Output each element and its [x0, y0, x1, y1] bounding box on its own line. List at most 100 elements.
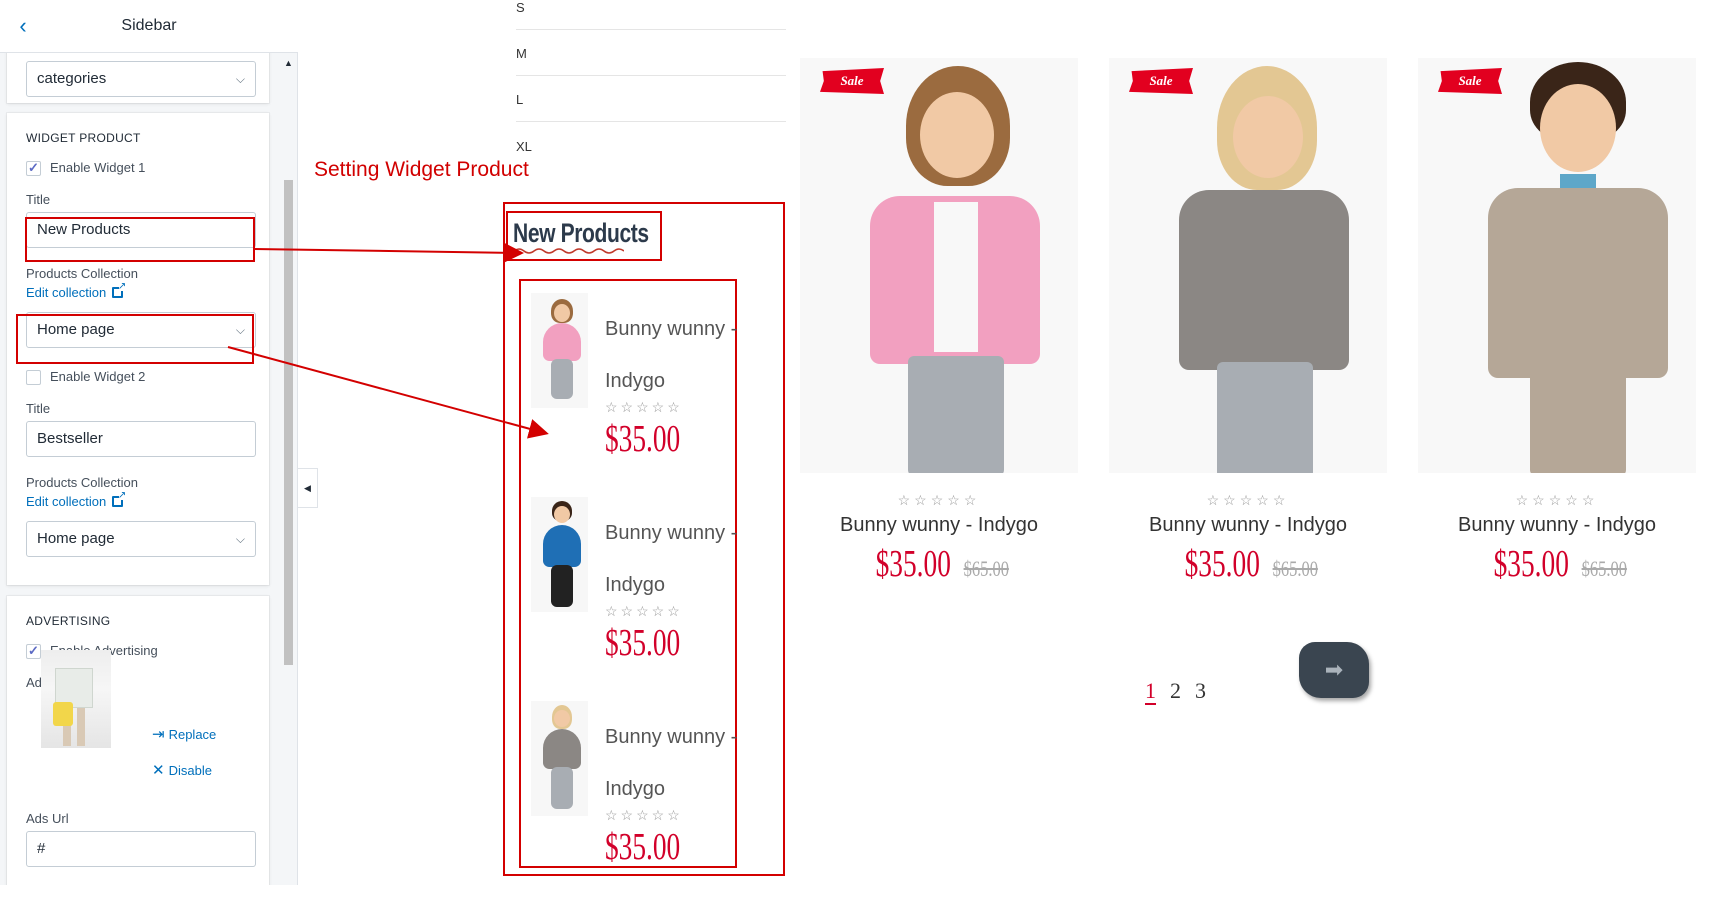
close-icon: ✕ — [152, 762, 165, 779]
widget-product-name[interactable]: Bunny wunny - Indygo — [605, 711, 740, 815]
edit-collection-2-link[interactable]: Edit collection — [26, 490, 126, 509]
kid-head — [554, 304, 570, 322]
widget-product-heading: WIDGET PRODUCT — [26, 131, 141, 145]
product-price: $35.00 — [1184, 543, 1261, 585]
ads-url-input[interactable]: # — [26, 831, 256, 867]
enable-widget-2-label: Enable Widget 2 — [50, 369, 146, 384]
widget-product-name[interactable]: Bunny wunny - Indygo — [605, 507, 740, 611]
title-2-label: Title — [26, 401, 51, 416]
enable-advertising-checkbox[interactable] — [26, 642, 41, 660]
kid-jacket — [1179, 190, 1349, 370]
chevron-down-icon: ⌵ — [235, 72, 245, 86]
product-prices: $35.00 $65.00 — [1418, 542, 1696, 586]
star-rating: ☆☆☆☆☆ — [1206, 492, 1290, 508]
external-link-icon — [112, 281, 126, 298]
categories-card: categories ⌵ — [7, 53, 269, 103]
next-page-button[interactable]: ➡ — [1299, 642, 1369, 698]
widget-product-image[interactable] — [531, 497, 588, 612]
chevron-down-icon: ⌵ — [235, 532, 245, 546]
product-compare-price: $65.00 — [1272, 556, 1319, 581]
sale-badge: Sale — [1129, 68, 1193, 94]
disable-label: Disable — [168, 763, 212, 778]
widget-product-item[interactable]: Bunny wunny - Indygo ☆☆☆☆☆ $35.00 — [531, 497, 761, 697]
kid-legs — [551, 565, 573, 607]
edit-collection-1-link[interactable]: Edit collection — [26, 281, 126, 300]
kid-legs — [1530, 368, 1626, 473]
widget-product-price: $35.00 — [605, 622, 681, 664]
kid-head — [554, 710, 570, 727]
star-rating: ☆☆☆☆☆ — [1515, 492, 1599, 508]
title-2-input[interactable]: Bestseller — [26, 421, 256, 457]
product-name[interactable]: Bunny wunny - Indygo — [1418, 514, 1696, 537]
product-image[interactable]: Sale — [1418, 58, 1696, 473]
size-filter-s[interactable]: S — [516, 0, 786, 30]
advertising-heading: ADVERTISING — [26, 614, 111, 628]
star-rating: ☆☆☆☆☆ — [605, 603, 683, 619]
product-name[interactable]: Bunny wunny - Indygo — [1109, 514, 1387, 537]
widget-product-item[interactable]: Bunny wunny - Indygo ☆☆☆☆☆ $35.00 — [531, 293, 761, 493]
sale-badge: Sale — [820, 68, 884, 94]
replace-icon: ⇥ — [152, 726, 165, 743]
edit-collection-2-text: Edit collection — [26, 494, 107, 509]
kid-head — [554, 506, 570, 523]
star-rating: ☆☆☆☆☆ — [897, 492, 981, 508]
size-filter-xl[interactable]: XL — [516, 122, 786, 168]
widget-product-item[interactable]: Bunny wunny - Indygo ☆☆☆☆☆ $35.00 — [531, 701, 761, 901]
disable-image-button[interactable]: ✕ Disable — [152, 761, 212, 779]
settings-scroll-area[interactable]: categories ⌵ WIDGET PRODUCT Enable Widge… — [0, 53, 298, 885]
kid-legs — [551, 359, 573, 399]
replace-image-button[interactable]: ⇥ Replace — [152, 725, 216, 743]
collection-1-value: Home page — [37, 321, 115, 338]
categories-select[interactable]: categories ⌵ — [26, 61, 256, 97]
categories-select-value: categories — [37, 70, 107, 87]
editor-header: ‹ Sidebar — [0, 0, 298, 53]
external-link-icon — [112, 490, 126, 507]
edit-collection-1-text: Edit collection — [26, 285, 107, 300]
product-prices: $35.00 $65.00 — [1109, 542, 1387, 586]
product-compare-price: $65.00 — [963, 556, 1010, 581]
collection-1-select[interactable]: Home page ⌵ — [26, 312, 256, 348]
product-image[interactable]: Sale — [1109, 58, 1387, 473]
star-rating: ☆☆☆☆☆ — [605, 807, 683, 823]
pagination: 123 — [1145, 678, 1220, 705]
product-price: $35.00 — [1493, 543, 1570, 585]
enable-widget-2-checkbox[interactable] — [26, 370, 41, 386]
collection-2-select[interactable]: Home page ⌵ — [26, 521, 256, 557]
star-rating: ☆☆☆☆☆ — [605, 399, 683, 415]
widget-product-image[interactable] — [531, 293, 588, 408]
widget-product-card: WIDGET PRODUCT Enable Widget 1 Title New… — [7, 113, 269, 585]
size-label: L — [516, 92, 524, 107]
widget-product-image[interactable] — [531, 701, 588, 816]
kid-head — [920, 92, 994, 178]
storefront-preview: S M L XL Setting Widget Product New Prod… — [16, 0, 1725, 885]
enable-widget-1-row[interactable]: Enable Widget 1 — [26, 159, 145, 177]
sale-badge: Sale — [1438, 68, 1502, 94]
chevron-down-icon: ⌵ — [235, 323, 245, 337]
scrollbar-thumb[interactable] — [284, 180, 293, 665]
page-link-3[interactable]: 3 — [1195, 678, 1206, 703]
product-image[interactable]: Sale — [800, 58, 1078, 473]
size-filter-l[interactable]: L — [516, 76, 786, 122]
kid-jacket — [543, 525, 581, 567]
enable-widget-1-checkbox[interactable] — [26, 159, 41, 177]
collection-1-label: Products Collection — [26, 266, 138, 281]
widget-product-name[interactable]: Bunny wunny - Indygo — [605, 303, 740, 407]
theme-editor-sidebar: ‹ Sidebar categories ⌵ WIDGET PRODUCT En… — [0, 0, 298, 885]
page-link-2[interactable]: 2 — [1170, 678, 1181, 703]
enable-widget-2-row[interactable]: Enable Widget 2 — [26, 368, 145, 386]
product-prices: $35.00 $65.00 — [800, 542, 1078, 586]
kid-jacket — [543, 729, 581, 769]
product-name[interactable]: Bunny wunny - Indygo — [800, 514, 1078, 537]
collection-2-value: Home page — [37, 530, 115, 547]
size-filter-m[interactable]: M — [516, 30, 786, 76]
kid-head — [1233, 96, 1303, 178]
kid-legs — [1217, 362, 1313, 473]
enable-widget-1-label: Enable Widget 1 — [50, 160, 146, 175]
kid-jacket — [543, 323, 581, 361]
page-link-1[interactable]: 1 — [1145, 678, 1156, 705]
title-1-input[interactable]: New Products — [26, 212, 256, 248]
thumbnail-bag — [53, 702, 73, 726]
scroll-up-arrow-icon[interactable]: ▲ — [284, 58, 293, 68]
ads-url-label: Ads Url — [26, 811, 69, 826]
ads-image-thumbnail — [41, 650, 111, 748]
